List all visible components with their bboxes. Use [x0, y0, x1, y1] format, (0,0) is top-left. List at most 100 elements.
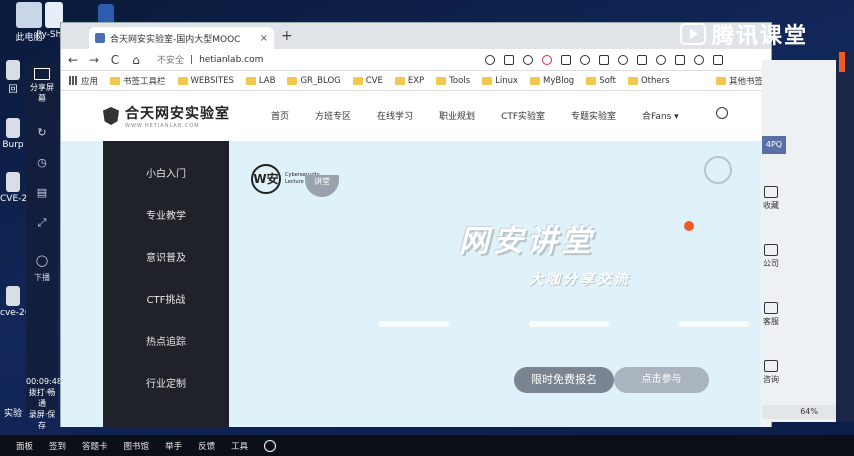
- fullscreen-icon[interactable]: ⤢: [32, 216, 52, 230]
- nav-item-career[interactable]: 职业规划: [439, 109, 475, 122]
- security-warning-label[interactable]: 不安全: [157, 53, 184, 66]
- bookmark-folder[interactable]: Linux: [482, 76, 518, 86]
- bookmark-folder[interactable]: Tools: [436, 76, 470, 86]
- back-button[interactable]: ←: [67, 53, 79, 67]
- side-menu-item[interactable]: 行业定制: [103, 375, 229, 390]
- company-button[interactable]: 公司: [736, 244, 806, 269]
- url-text[interactable]: hetianlab.com: [199, 55, 263, 65]
- address-bar[interactable]: 不安全 | hetianlab.com: [151, 51, 396, 69]
- desktop-icon-burp[interactable]: Burp: [0, 118, 26, 150]
- desktop-icon-cve[interactable]: CVE-2: [0, 172, 26, 204]
- extension-icon[interactable]: [523, 54, 533, 65]
- desktop-icon-cve2[interactable]: cve-2(: [0, 286, 26, 318]
- badge-icon[interactable]: 4PQ: [762, 136, 786, 154]
- extension-icon[interactable]: [618, 54, 628, 65]
- reload-button[interactable]: C: [109, 53, 121, 67]
- site-nav: 首页 方班专区 在线学习 职业规划 CTF实验室 专题实验室 合Fans ▾: [271, 109, 679, 122]
- right-scrollbar[interactable]: [836, 52, 854, 422]
- menu-icon[interactable]: [713, 54, 723, 65]
- star-bookmark-icon[interactable]: [485, 54, 495, 65]
- bookmark-label: LAB: [258, 75, 276, 86]
- favorite-button[interactable]: 收藏: [736, 186, 806, 211]
- search-icon[interactable]: [716, 107, 728, 119]
- nav-item-topic-lab[interactable]: 专题实验室: [571, 109, 616, 122]
- new-tab-button[interactable]: +: [281, 28, 293, 44]
- profile-avatar-icon[interactable]: [694, 54, 704, 65]
- bookmark-other[interactable]: 其他书签: [715, 75, 763, 87]
- volume-icon[interactable]: ▤: [32, 186, 52, 200]
- play-logo-icon: [680, 23, 706, 45]
- company-label: 公司: [763, 259, 779, 268]
- extension-icon[interactable]: [637, 54, 647, 65]
- folder-icon: [530, 76, 541, 85]
- nav-item-fans[interactable]: 合Fans ▾: [642, 109, 679, 122]
- lecture-logo-ring: W安: [251, 164, 281, 194]
- status-line: 录屏·保存: [28, 410, 56, 430]
- bookmark-apps[interactable]: 应用: [69, 75, 98, 87]
- bookmark-label: Others: [640, 75, 670, 86]
- desktop-icon-hui[interactable]: 回: [0, 60, 26, 95]
- toolbar-item-raise-hand[interactable]: 举手: [165, 440, 182, 452]
- word-doc-icon: [98, 4, 114, 24]
- nav-item-home[interactable]: 首页: [271, 109, 289, 122]
- side-menu-item[interactable]: 小白入门: [103, 165, 229, 180]
- zoom-level: 64%: [762, 405, 836, 419]
- bookmark-folder[interactable]: CVE: [352, 76, 383, 86]
- consult-button[interactable]: 咨询: [736, 360, 806, 385]
- refresh-icon[interactable]: ↻: [32, 126, 52, 140]
- bookmark-folder[interactable]: 书签工具栏: [110, 75, 166, 87]
- service-button[interactable]: 客服: [736, 302, 806, 327]
- power-icon[interactable]: [264, 439, 277, 452]
- nav-item-fangban[interactable]: 方班专区: [315, 109, 351, 122]
- toolbar-item-panel[interactable]: 面板: [16, 440, 33, 452]
- bookmark-folder[interactable]: LAB: [245, 75, 276, 86]
- extension-icon[interactable]: [580, 54, 590, 65]
- address-separator: |: [190, 54, 194, 65]
- toolbar-item-tools[interactable]: 工具: [231, 440, 248, 452]
- extension-icon[interactable]: [675, 54, 685, 65]
- scrollbar-thumb[interactable]: [839, 52, 845, 72]
- bookmark-label: Tools: [449, 75, 471, 86]
- forward-button[interactable]: →: [88, 53, 100, 67]
- extension-icon[interactable]: [599, 54, 609, 65]
- site-logo[interactable]: 合天网安实验室 WWW.HETIANLAB.COM: [103, 103, 230, 129]
- toolbar-item-feedback[interactable]: 反馈: [198, 440, 215, 452]
- nav-item-ctf-lab[interactable]: CTF实验室: [501, 109, 545, 122]
- side-menu-item[interactable]: 意识普及: [103, 249, 229, 264]
- bookmark-folder[interactable]: Others: [627, 75, 670, 86]
- nav-item-online-learning[interactable]: 在线学习: [377, 109, 413, 122]
- side-menu-item[interactable]: 热点追踪: [103, 333, 229, 348]
- service-label: 客服: [763, 317, 779, 326]
- toolbar-item-checkin[interactable]: 签到: [49, 440, 66, 452]
- toolbar-item-library[interactable]: 图书馆: [124, 440, 150, 452]
- folder-icon: [245, 76, 256, 85]
- side-menu-item[interactable]: 专业教学: [103, 207, 229, 222]
- bookmark-folder[interactable]: EXP: [394, 76, 424, 86]
- toolbar-item-answer-card[interactable]: 答题卡: [82, 440, 108, 452]
- extension-icon[interactable]: [542, 54, 552, 65]
- share-screen-button[interactable]: 分享屏幕: [28, 66, 56, 103]
- desktop-icon-lab[interactable]: 实验: [0, 406, 26, 419]
- headset-icon: [764, 360, 778, 372]
- mic-icon[interactable]: ◷: [32, 156, 52, 170]
- bookmark-folder[interactable]: MyBlog: [530, 76, 574, 86]
- desktop-icon-label: CVE-2: [0, 194, 26, 204]
- free-register-button[interactable]: 限时免费报名: [514, 367, 614, 393]
- stop-live-icon[interactable]: ◯: [32, 254, 52, 268]
- side-menu-item[interactable]: CTF挑战: [103, 291, 229, 306]
- home-button[interactable]: ⌂: [130, 53, 142, 67]
- consult-label: 咨询: [763, 375, 779, 384]
- hero-banner[interactable]: W安 Cybersecurity Lecture 讲堂 网安讲堂 大咖分享交流 …: [229, 141, 761, 427]
- watermark-text: 腾讯课堂: [712, 24, 809, 49]
- site-logo-name: 合天网安实验室: [125, 106, 230, 122]
- extension-icon[interactable]: [504, 54, 514, 65]
- bookmark-folder[interactable]: GR_BLOG: [287, 76, 341, 86]
- join-button[interactable]: 点击参与: [614, 367, 709, 393]
- extension-icon[interactable]: [656, 54, 666, 65]
- browser-tab-active[interactable]: 合天网安实验室-国内大型MOOC ×: [89, 27, 274, 49]
- close-tab-icon[interactable]: ×: [260, 33, 268, 44]
- bookmark-folder[interactable]: Soft: [586, 76, 616, 86]
- folder-icon: [627, 76, 638, 85]
- extension-icon[interactable]: [561, 54, 571, 65]
- bookmark-folder[interactable]: WEBSITES: [177, 76, 234, 86]
